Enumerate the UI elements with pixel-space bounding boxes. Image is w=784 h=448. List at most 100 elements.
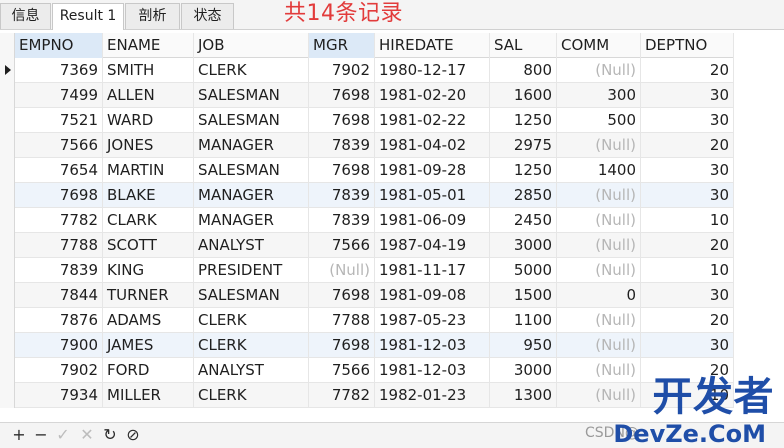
row-marker[interactable] [0, 233, 15, 258]
cell-deptno[interactable]: 20 [641, 133, 734, 158]
row-marker[interactable] [0, 108, 15, 133]
refresh-button[interactable]: ↻ [101, 425, 119, 445]
cell-sal[interactable]: 1250 [490, 108, 557, 133]
cell-hiredate[interactable]: 1981-04-02 [375, 133, 490, 158]
column-header-empno[interactable]: EMPNO [15, 33, 103, 58]
cell-empno[interactable]: 7900 [15, 333, 103, 358]
row-marker[interactable] [0, 183, 15, 208]
cell-mgr[interactable]: 7902 [309, 58, 375, 83]
column-header-hiredate[interactable]: HIREDATE [375, 33, 490, 58]
cell-ename[interactable]: CLARK [103, 208, 194, 233]
row-marker[interactable] [0, 133, 15, 158]
cell-deptno[interactable]: 30 [641, 158, 734, 183]
tab-profile[interactable]: 剖析 [125, 3, 180, 29]
result-grid[interactable]: EMPNO ENAME JOB MGR HIREDATE SAL COMM DEPTNO 736… [0, 33, 784, 410]
cell-deptno[interactable]: 10 [641, 258, 734, 283]
cell-job[interactable]: MANAGER [194, 208, 309, 233]
discard-changes-button[interactable]: ✕ [78, 425, 96, 445]
cell-comm[interactable]: 0 [557, 283, 641, 308]
table-row[interactable]: 7788 SCOTT ANALYST 7566 1987-04-19 3000 (Null)… [0, 233, 734, 258]
table-row[interactable]: 7782 CLARK MANAGER 7839 1981-06-09 2450 (Null)… [0, 208, 734, 233]
column-header-ename[interactable]: ENAME [103, 33, 194, 58]
table-row[interactable]: 7934 MILLER CLERK 7782 1982-01-23 1300 (Null) 1… [0, 383, 734, 408]
cell-ename[interactable]: MARTIN [103, 158, 194, 183]
table-row[interactable]: 7566 JONES MANAGER 7839 1981-04-02 2975 (Null)… [0, 133, 734, 158]
row-marker[interactable] [0, 258, 15, 283]
cell-comm[interactable]: (Null) [557, 358, 641, 383]
cell-sal[interactable]: 2450 [490, 208, 557, 233]
cell-hiredate[interactable]: 1981-12-03 [375, 333, 490, 358]
table-row[interactable]: 7499 ALLEN SALESMAN 7698 1981-02-20 1600 300 30 [0, 83, 734, 108]
row-marker[interactable] [0, 83, 15, 108]
tab-info[interactable]: 信息 [0, 3, 51, 29]
table-row[interactable]: 7521 WARD SALESMAN 7698 1981-02-22 1250 500 30 [0, 108, 734, 133]
cell-job[interactable]: SALESMAN [194, 83, 309, 108]
cell-ename[interactable]: TURNER [103, 283, 194, 308]
delete-record-button[interactable]: − [32, 425, 50, 445]
cell-ename[interactable]: BLAKE [103, 183, 194, 208]
cell-deptno[interactable]: 30 [641, 333, 734, 358]
row-marker[interactable] [0, 333, 15, 358]
cell-sal[interactable]: 2850 [490, 183, 557, 208]
cell-comm[interactable]: (Null) [557, 233, 641, 258]
table-row[interactable]: 7654 MARTIN SALESMAN 7698 1981-09-28 1250 1400… [0, 158, 734, 183]
cell-sal[interactable]: 2975 [490, 133, 557, 158]
cell-hiredate[interactable]: 1987-04-19 [375, 233, 490, 258]
apply-changes-button[interactable]: ✓ [54, 425, 72, 445]
cell-empno[interactable]: 7654 [15, 158, 103, 183]
column-header-mgr[interactable]: MGR [309, 33, 375, 58]
cell-job[interactable]: CLERK [194, 308, 309, 333]
cell-empno[interactable]: 7521 [15, 108, 103, 133]
cell-sal[interactable]: 1250 [490, 158, 557, 183]
row-marker[interactable] [0, 158, 15, 183]
cell-ename[interactable]: JONES [103, 133, 194, 158]
cell-ename[interactable]: FORD [103, 358, 194, 383]
column-header-sal[interactable]: SAL [490, 33, 557, 58]
cell-deptno[interactable]: 30 [641, 108, 734, 133]
table-row[interactable]: 7698 BLAKE MANAGER 7839 1981-05-01 2850 (Null)… [0, 183, 734, 208]
cell-sal[interactable]: 5000 [490, 258, 557, 283]
cell-hiredate[interactable]: 1981-09-28 [375, 158, 490, 183]
cell-job[interactable]: ANALYST [194, 358, 309, 383]
cell-sal[interactable]: 3000 [490, 233, 557, 258]
cell-job[interactable]: MANAGER [194, 133, 309, 158]
tab-result-1[interactable]: Result 1 [52, 3, 124, 30]
cell-deptno[interactable]: 10 [641, 208, 734, 233]
cell-comm[interactable]: 500 [557, 108, 641, 133]
cell-ename[interactable]: KING [103, 258, 194, 283]
cell-empno[interactable]: 7788 [15, 233, 103, 258]
cell-job[interactable]: CLERK [194, 383, 309, 408]
cell-job[interactable]: SALESMAN [194, 283, 309, 308]
cell-ename[interactable]: SMITH [103, 58, 194, 83]
cell-hiredate[interactable]: 1981-05-01 [375, 183, 490, 208]
row-marker[interactable] [0, 58, 15, 83]
cell-empno[interactable]: 7839 [15, 258, 103, 283]
cell-deptno[interactable]: 20 [641, 308, 734, 333]
table-row[interactable]: 7844 TURNER SALESMAN 7698 1981-09-08 1500 0 30 [0, 283, 734, 308]
cell-hiredate[interactable]: 1981-11-17 [375, 258, 490, 283]
row-marker[interactable] [0, 358, 15, 383]
column-header-job[interactable]: JOB [194, 33, 309, 58]
cell-ename[interactable]: SCOTT [103, 233, 194, 258]
cell-ename[interactable]: WARD [103, 108, 194, 133]
cell-deptno[interactable]: 30 [641, 83, 734, 108]
cell-hiredate[interactable]: 1980-12-17 [375, 58, 490, 83]
cell-comm[interactable]: 1400 [557, 158, 641, 183]
cell-comm[interactable]: (Null) [557, 58, 641, 83]
cell-mgr[interactable]: 7839 [309, 208, 375, 233]
cell-hiredate[interactable]: 1982-01-23 [375, 383, 490, 408]
row-marker[interactable] [0, 208, 15, 233]
cell-comm[interactable]: (Null) [557, 133, 641, 158]
cell-sal[interactable]: 1500 [490, 283, 557, 308]
cell-mgr[interactable]: 7788 [309, 308, 375, 333]
cell-comm[interactable]: (Null) [557, 258, 641, 283]
cell-mgr[interactable]: 7698 [309, 158, 375, 183]
cell-job[interactable]: SALESMAN [194, 158, 309, 183]
cell-sal[interactable]: 950 [490, 333, 557, 358]
cell-empno[interactable]: 7369 [15, 58, 103, 83]
cell-comm[interactable]: (Null) [557, 183, 641, 208]
cell-comm[interactable]: 300 [557, 83, 641, 108]
cell-hiredate[interactable]: 1981-06-09 [375, 208, 490, 233]
cell-empno[interactable]: 7902 [15, 358, 103, 383]
table-row[interactable]: 7902 FORD ANALYST 7566 1981-12-03 3000 (Null) 2… [0, 358, 734, 383]
